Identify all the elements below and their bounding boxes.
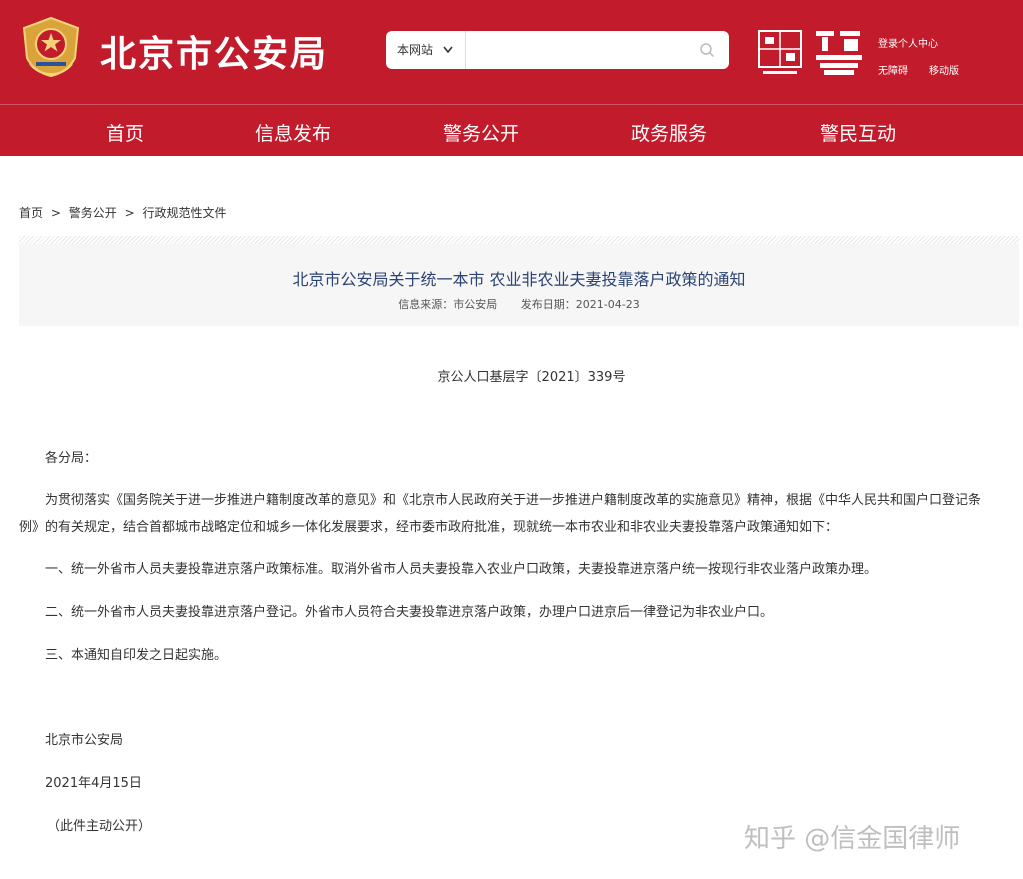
nav-interaction[interactable]: 警民互动 (820, 119, 896, 146)
accessibility-link[interactable]: 无障碍 (878, 62, 908, 77)
breadcrumb-home[interactable]: 首页 (19, 206, 43, 220)
intro-line: 为贯彻落实《国务院关于进一步推进户籍制度改革的意见》和《北京市人民政府关于进一步… (45, 493, 982, 508)
item-3: 三、本通知自印发之日起实施。 (45, 648, 228, 663)
mobile-link[interactable]: 移动版 (929, 62, 959, 77)
article-header: 北京市公安局关于统一本市 农业非农业夫妻投靠落户政策的通知 信息来源：市公安局 … (19, 244, 1019, 326)
nav-police-affairs[interactable]: 警务公开 (443, 119, 519, 146)
login-link[interactable]: 登录个人中心 (878, 35, 938, 50)
nav-info-release[interactable]: 信息发布 (255, 119, 331, 146)
sign-date: 2021年4月15日 (45, 776, 142, 791)
chevron-down-icon (443, 31, 453, 86)
breadcrumb-separator: > (124, 206, 135, 220)
site-header: 北京市公安局 本网站 登录个人中心 无障碍 移动版 首页 信息发布 警务公开 政… (0, 0, 1023, 156)
search-scope-label: 本网站 (397, 43, 434, 57)
nav-gov-services[interactable]: 政务服务 (631, 119, 707, 146)
search-input[interactable] (468, 35, 678, 65)
disclosure-note: （此件主动公开） (47, 819, 152, 834)
site-title[interactable]: 北京市公安局 (100, 25, 328, 77)
intro-paragraph: 为贯彻落实《国务院关于进一步推进户籍制度改革的意见》和《北京市人民政府关于进一步… (19, 487, 1020, 541)
police-character-logo (816, 31, 862, 75)
item-1: 一、统一外省市人员夫妻投靠进京落户政策标准。取消外省市人员夫妻投靠入农业户口政策… (45, 562, 878, 577)
search-icon[interactable] (699, 42, 715, 58)
breadcrumb: 首页 > 警务公开 > 行政规范性文件 (19, 204, 230, 221)
article-title: 北京市公安局关于统一本市 农业非农业夫妻投靠落户政策的通知 (292, 270, 746, 289)
intro-line: 例》的有关规定，结合首都城市战略定位和城乡一体化发展要求，经市委市政府批准，现就… (19, 520, 839, 535)
nav-home[interactable]: 首页 (106, 119, 144, 146)
watermark: 知乎 @信金国律师 (744, 824, 961, 854)
capital-logo (758, 30, 802, 74)
breadcrumb-separator: > (50, 206, 61, 220)
title-stripe-divider (19, 236, 1019, 244)
police-emblem-icon[interactable] (18, 14, 84, 80)
main-nav: 首页 信息发布 警务公开 政务服务 警民互动 (0, 105, 1023, 156)
item-2: 二、统一外省市人员夫妻投靠进京落户登记。外省市人员符合夫妻投靠进京落户政策，办理… (45, 605, 774, 620)
salutation: 各分局： (45, 451, 98, 466)
article-date: 发布日期：2021-04-23 (520, 298, 640, 311)
article-meta: 信息来源：市公安局 发布日期：2021-04-23 (19, 296, 1019, 312)
breadcrumb-police-affairs[interactable]: 警务公开 (69, 206, 117, 220)
header-top: 北京市公安局 本网站 登录个人中心 无障碍 移动版 (0, 0, 1023, 104)
article-source: 信息来源：市公安局 (398, 298, 498, 311)
document-number: 京公人口基层字〔2021〕339号 (437, 370, 626, 385)
signature: 北京市公安局 (45, 733, 124, 748)
search-scope-select[interactable]: 本网站 (386, 31, 466, 69)
breadcrumb-normative-docs[interactable]: 行政规范性文件 (142, 206, 226, 220)
search-bar: 本网站 (386, 31, 729, 69)
